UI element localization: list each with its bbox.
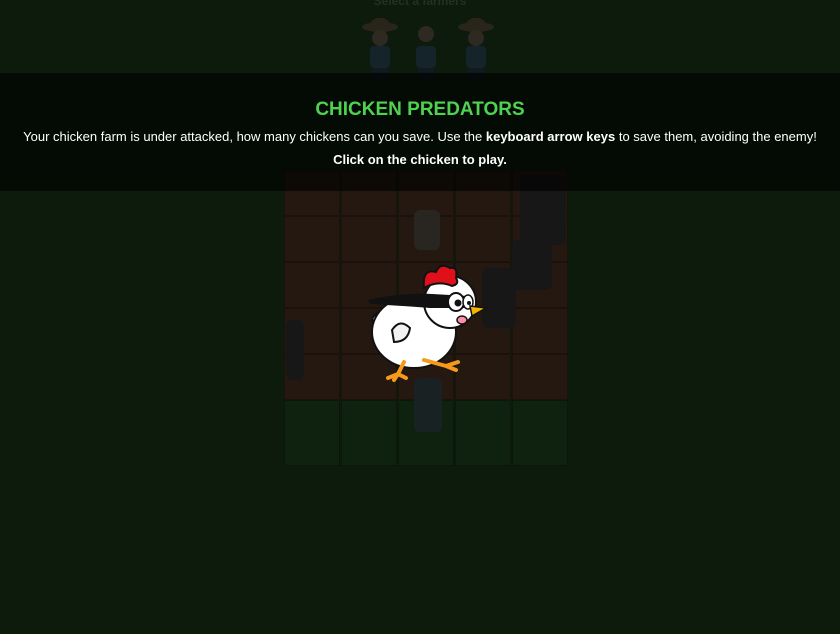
farmer-option-1[interactable] <box>360 18 400 80</box>
grass-tile <box>455 400 511 466</box>
grass-tile <box>284 400 340 466</box>
chicken-sprite <box>414 210 440 250</box>
game-title: CHICKEN PREDATORS <box>315 99 525 120</box>
description-text-end: to save them, avoiding the enemy! <box>615 129 817 144</box>
farmer-option-2[interactable] <box>406 18 446 80</box>
dirt-tile <box>455 216 511 262</box>
player-farmer-sprite <box>414 378 442 432</box>
farmer-option-3[interactable] <box>456 18 496 80</box>
grass-tile <box>341 400 397 466</box>
dirt-tile <box>512 354 568 400</box>
dirt-tile <box>284 262 340 308</box>
select-farmer-label: Select a farmers <box>373 0 467 8</box>
chicken-icon <box>368 264 489 382</box>
keyboard-keys-text: keyboard arrow keys <box>485 129 616 144</box>
dirt-tile <box>284 216 340 262</box>
play-instruction: Click on the chicken to play. <box>333 152 507 167</box>
predator-sprite <box>512 240 552 290</box>
chicken-play-button[interactable] <box>364 262 489 386</box>
dirt-tile <box>341 216 397 262</box>
description-text: Your chicken farm is under attacked, how… <box>23 129 486 144</box>
dirt-tile <box>512 308 568 354</box>
game-description: Your chicken farm is under attacked, how… <box>0 129 840 144</box>
predator-sprite <box>286 320 304 380</box>
grass-tile <box>512 400 568 466</box>
